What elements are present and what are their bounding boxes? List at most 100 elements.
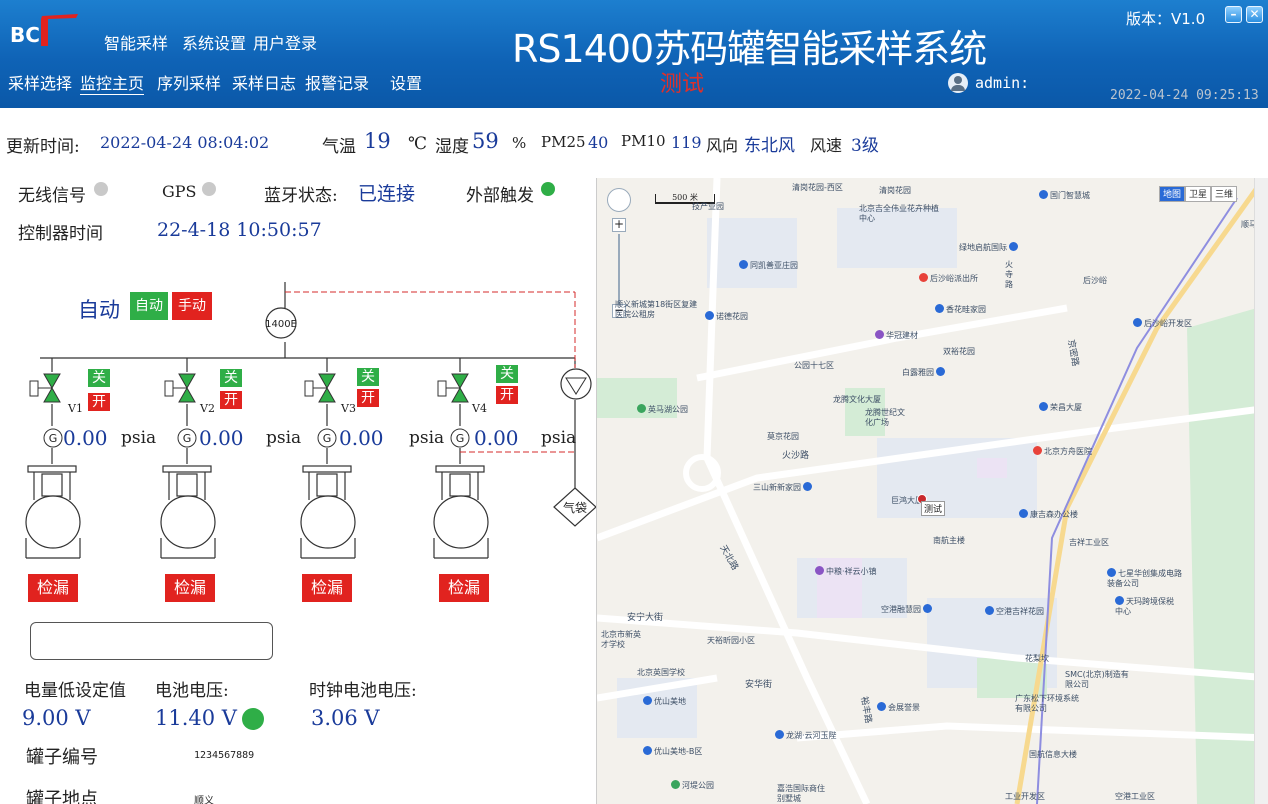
nav-sequence-sampling[interactable]: 序列采样 [157, 70, 221, 94]
nav-sampling-select[interactable]: 采样选择 [8, 70, 72, 94]
poi-label: 花梨坎 [1025, 654, 1049, 663]
leak-test-4-button[interactable]: 检漏 [439, 574, 489, 602]
svg-text:BC: BC [10, 23, 40, 47]
message-box[interactable] [30, 622, 273, 660]
pm10-value: 119 [671, 133, 702, 152]
leak-test-2-button[interactable]: 检漏 [165, 574, 215, 602]
gauge-v3-label: G [323, 432, 332, 445]
manual-button[interactable]: 手动 [172, 292, 212, 320]
location-map[interactable]: + − 500 米 地图 卫星 三维 火沙路 天北路 京密路 安华街 安宁大街 … [596, 178, 1268, 804]
external-trigger-label: 外部触发 [466, 186, 534, 206]
menu-smart-sampling[interactable]: 智能采样 [104, 30, 168, 54]
pm10-label: PM10 [621, 132, 666, 150]
valve-v3-icon[interactable] [304, 373, 336, 403]
gps-label: GPS [162, 182, 197, 201]
poi-label: 同凯善亚庄园 [750, 261, 798, 270]
valve-v3-close-button[interactable]: 关 [357, 368, 379, 386]
leak-test-3-button[interactable]: 检漏 [302, 574, 352, 602]
poi-label: 后沙峪派出所 [930, 274, 978, 283]
poi-label: 嘉浩国际商住别墅城 [777, 784, 825, 803]
poi-label: 空港吉祥花园 [996, 607, 1044, 616]
app-header: BC 智能采样 系统设置 用户登录 采样选择 监控主页 序列采样 采样日志 报警… [0, 0, 1268, 108]
canister-4-icon [433, 465, 489, 559]
poi-label: 空港工业区 [1115, 792, 1155, 801]
poi-label: SMC(北京)制造有限公司 [1065, 670, 1129, 689]
nav-monitor-home[interactable]: 监控主页 [80, 70, 145, 95]
valve-v4-icon[interactable] [437, 373, 469, 403]
close-icon[interactable]: ✕ [1246, 6, 1263, 23]
poi-label: 广东松下环境系统有限公司 [1015, 694, 1079, 713]
canister-1-icon [25, 465, 81, 559]
poi-label: 会展誉景 [888, 703, 920, 712]
bct-logo: BC [10, 14, 78, 47]
pressure-v2-unit: psia [266, 428, 302, 448]
poi-label: 龙湖·云河玉陛 [786, 731, 837, 740]
poi-label: 后沙峪 [1083, 276, 1107, 285]
poi-label: 工业开发区 [1005, 792, 1045, 801]
pan-control-icon[interactable] [607, 188, 631, 212]
poi-label: 优山美地-B区 [654, 747, 703, 756]
poi-label: 双裕花园 [943, 347, 975, 356]
pressure-v4-value: 0.00 [474, 426, 519, 450]
valve-v2-icon[interactable] [164, 373, 196, 403]
canister-number-label: 罐子编号 [26, 747, 98, 768]
user-avatar-icon [948, 73, 968, 93]
update-time-value: 2022-04-24 08:04:02 [100, 133, 270, 152]
leak-test-1-button[interactable]: 检漏 [28, 574, 78, 602]
app-title: RS1400苏码罐智能采样系统 [512, 27, 987, 71]
gauge-v1-label: G [49, 432, 58, 445]
valve-v1-close-button[interactable]: 关 [88, 369, 110, 387]
poi-label: 后沙峪开发区 [1144, 319, 1192, 328]
valve-v1-open-button[interactable]: 开 [88, 393, 110, 411]
controller-time-label: 控制器时间 [18, 224, 103, 244]
map-type-3d[interactable]: 三维 [1211, 186, 1237, 202]
map-scrollbar[interactable] [1254, 178, 1268, 804]
low-battery-setting-label: 电量低设定值 [24, 681, 126, 701]
poi-label: 公园十七区 [794, 361, 834, 370]
map-type-satellite[interactable]: 卫星 [1185, 186, 1211, 202]
valve-v1-icon[interactable] [29, 373, 61, 403]
minimize-icon[interactable]: – [1225, 6, 1242, 23]
nav-settings[interactable]: 设置 [390, 70, 422, 94]
gps-indicator [202, 182, 216, 196]
gauge-v4-label: G [456, 432, 465, 445]
bluetooth-status: 已连接 [358, 183, 416, 205]
nav-alarm-records[interactable]: 报警记录 [305, 70, 369, 94]
valve-v4-open-button[interactable]: 开 [496, 386, 518, 404]
pressure-v3-unit: psia [409, 428, 445, 448]
valve-v2-open-button[interactable]: 开 [220, 391, 242, 409]
wind-direction-value: 东北风 [744, 136, 795, 156]
humidity-unit: % [512, 134, 527, 152]
valve-v4-close-button[interactable]: 关 [496, 365, 518, 383]
nav-sampling-log[interactable]: 采样日志 [232, 70, 296, 94]
zoom-in-icon[interactable]: + [612, 218, 626, 232]
wireless-signal-label: 无线信号 [18, 186, 86, 206]
temperature-label: 气温 [322, 137, 356, 157]
poi-label: 天裕昕园小区 [707, 636, 755, 645]
location-marker-label[interactable]: 测试 [921, 501, 946, 516]
battery-voltage-value: 11.40 V [155, 706, 237, 730]
poi-label: 南航主楼 [933, 536, 965, 545]
clock-battery-label: 时钟电池电压: [309, 681, 417, 701]
poi-label: 绿地启航国际 [959, 243, 1007, 252]
map-type-map[interactable]: 地图 [1159, 186, 1185, 202]
humidity-value: 59 [472, 129, 499, 153]
poi-label: 北京市新英才学校 [601, 630, 641, 649]
poi-label: 龙腾文化大厦 [833, 395, 881, 404]
auto-button[interactable]: 自动 [130, 292, 168, 320]
canister-3-icon [300, 465, 356, 559]
valve-v3-open-button[interactable]: 开 [357, 389, 379, 407]
canister-number-value: 1234567889 [194, 750, 255, 761]
menu-system-settings[interactable]: 系统设置 [182, 30, 246, 54]
canister-location-value: 顺义 [194, 796, 214, 804]
poi-label: 康吉森办公楼 [1030, 510, 1078, 519]
valve-v2-close-button[interactable]: 关 [220, 369, 242, 387]
zoom-slider[interactable] [618, 234, 620, 304]
poi-label: 北京吉全伟业花卉种植中心 [859, 204, 939, 223]
poi-label: 河堤公园 [682, 781, 714, 790]
menu-user-login[interactable]: 用户登录 [253, 30, 317, 54]
version-label: 版本：V1.0 [1126, 10, 1206, 28]
poi-label: 北京方舟医院 [1044, 447, 1092, 456]
temperature-unit: ℃ [408, 134, 428, 154]
update-time-label: 更新时间: [6, 137, 80, 157]
